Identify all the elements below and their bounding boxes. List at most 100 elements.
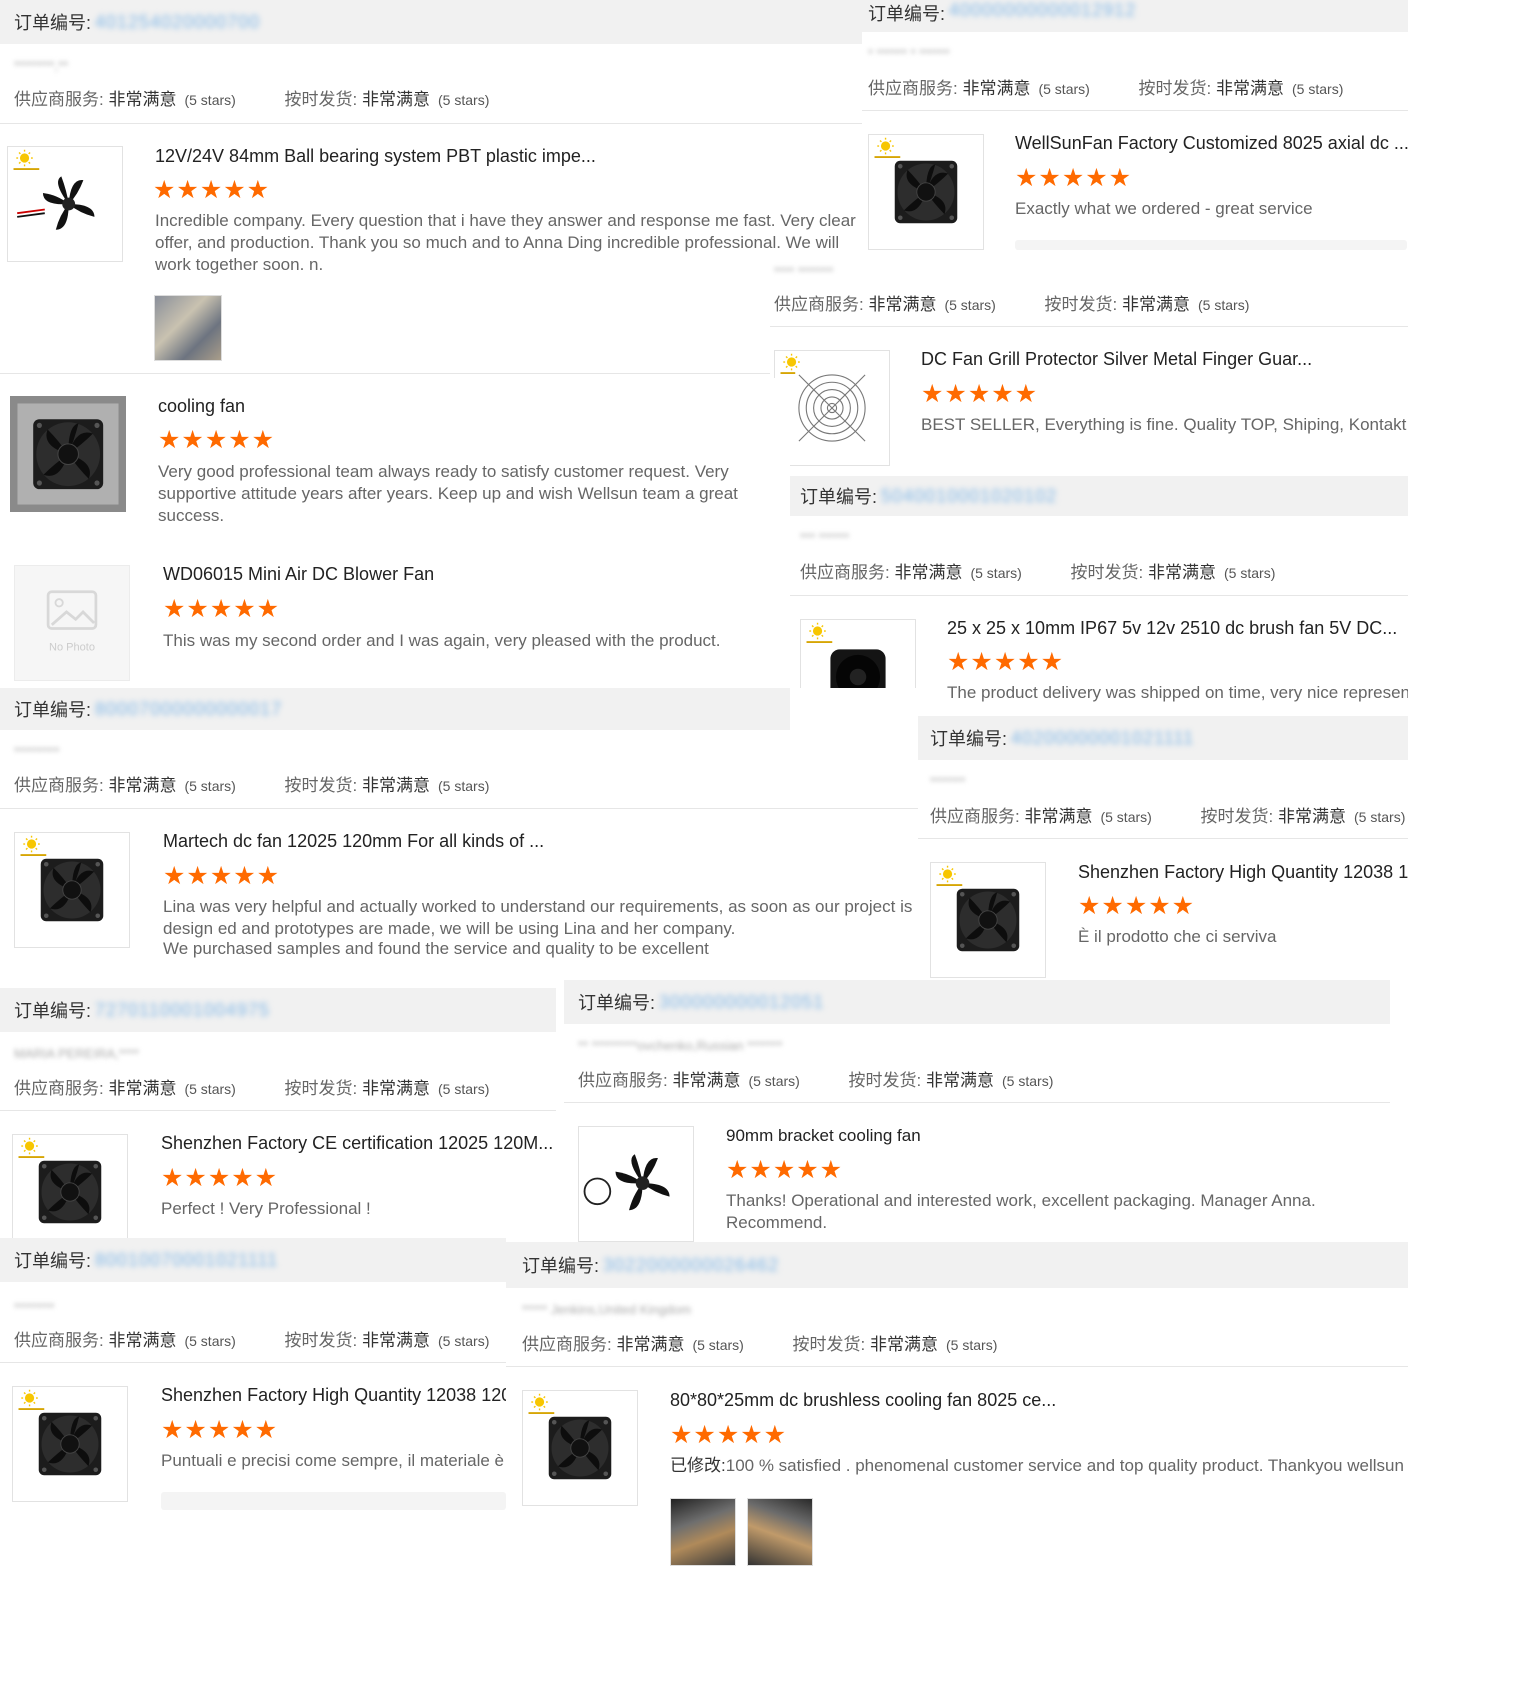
product-thumbnail[interactable] (12, 1386, 128, 1502)
review-comment: Very good professional team always ready… (158, 462, 738, 525)
order-header: 订单编号: 80007000000000017 (0, 688, 790, 730)
review-photo[interactable] (747, 1498, 813, 1566)
buyer-name: ******** (14, 1300, 55, 1315)
buyer-name: ********* (14, 744, 60, 759)
order-label: 订单编号: (930, 729, 1008, 749)
product-title[interactable]: WD06015 Mini Air DC Blower Fan (163, 564, 434, 585)
star-rating: ★★★★★ (163, 862, 281, 890)
star-rating: ★★★★★ (153, 176, 271, 204)
product-thumbnail[interactable] (930, 862, 1046, 978)
order-number-link[interactable]: 40200000001021111 (1011, 728, 1194, 749)
order-card: 订单编号: 401254020000700 ********,** 供应商服务:… (0, 0, 870, 380)
order-number-link[interactable]: 3022000000026462 (603, 1255, 779, 1276)
order-label: 订单编号: (800, 487, 878, 507)
star-rating: ★★★★★ (670, 1421, 788, 1449)
order-card: **** ******* 供应商服务: 非常满意 (5 stars) 按时发货: … (770, 258, 1408, 472)
product-thumbnail[interactable] (578, 1126, 694, 1242)
order-header: 订单编号: 80010070001021111 (0, 1238, 506, 1282)
product-thumbnail[interactable] (522, 1390, 638, 1506)
review-comment: Thanks! Operational and interested work,… (726, 1191, 1316, 1232)
review-photo[interactable] (670, 1498, 736, 1566)
product-title[interactable]: Shenzhen Factory CE certification 12025 … (161, 1133, 553, 1154)
divider (770, 326, 1408, 327)
product-title[interactable]: DC Fan Grill Protector Silver Metal Fing… (921, 349, 1312, 370)
order-label: 订单编号: (14, 13, 92, 33)
product-title[interactable]: 25 x 25 x 10mm IP67 5v 12v 2510 dc brush… (947, 618, 1397, 639)
order-label: 订单编号: (522, 1256, 600, 1276)
order-card: 订单编号: 80007000000000017 ********* 供应商服务:… (0, 688, 918, 986)
product-thumbnail[interactable] (14, 832, 130, 948)
order-card: cooling fan ★★★★★ Very good professional… (0, 378, 790, 538)
product-title[interactable]: 80*80*25mm dc brushless cooling fan 8025… (670, 1390, 1056, 1411)
order-number-link[interactable]: 300000000012051 (659, 992, 824, 1013)
order-header: 订单编号: 40000000000012912 (862, 0, 1408, 32)
order-label: 订单编号: (578, 993, 656, 1013)
review-comment: Perfect ! Very Professional ! (161, 1199, 371, 1218)
buyer-name: **** ******* (774, 264, 834, 279)
ratings-line: 供应商服务: 非常满意 (5 stars) 按时发货: 非常满意 (5 stars) (14, 1331, 490, 1350)
divider (0, 1362, 506, 1363)
order-card: 订单编号: 3022000000026462 ***** Jenkins,Uni… (506, 1242, 1408, 1696)
order-number-link[interactable]: 40000000000012912 (949, 0, 1136, 21)
order-number-link[interactable]: 5040010001020102 (881, 486, 1057, 507)
ratings-line: 供应商服务: 非常满意 (5 stars) 按时发货: 非常满意 (5 stars) (868, 79, 1344, 98)
order-number-link[interactable]: 7270110001004975 (95, 1000, 270, 1021)
order-label: 订单编号: (14, 1251, 92, 1271)
product-title[interactable]: WellSunFan Factory Customized 8025 axial… (1015, 133, 1408, 154)
buyer-name: *** ****** (800, 530, 850, 545)
ratings-line: 供应商服务: 非常满意 (5 stars) 按时发货: 非常满意 (5 stars) (14, 1079, 490, 1098)
no-photo-text: No Photo (49, 642, 95, 654)
star-rating: ★★★★★ (161, 1164, 279, 1192)
divider (918, 838, 1408, 839)
order-number-link[interactable]: 401254020000700 (95, 12, 260, 33)
product-thumbnail[interactable] (868, 134, 984, 250)
review-comment: 已修改:100 % satisfied . phenomenal custome… (670, 1455, 1406, 1477)
star-rating: ★★★★★ (161, 1416, 279, 1444)
buyer-name: ** *********ovchenko,Russian ******* (578, 1038, 783, 1053)
product-title[interactable]: cooling fan (158, 396, 245, 417)
order-header: 订单编号: 5040010001020102 (790, 476, 1408, 516)
star-rating: ★★★★★ (921, 380, 1039, 408)
order-label: 订单编号: (14, 700, 92, 720)
divider (790, 595, 1408, 596)
ratings-line: 供应商服务: 非常满意 (5 stars) 按时发货: 非常满意 (5 stars) (14, 90, 490, 109)
product-title[interactable]: 90mm bracket cooling fan (726, 1126, 921, 1146)
star-rating: ★★★★★ (1078, 892, 1196, 920)
review-comment-text: 100 % satisfied . phenomenal customer se… (725, 1456, 1404, 1475)
buyer-name: ******* (930, 774, 966, 789)
product-title[interactable]: Martech dc fan 12025 120mm For all kinds… (163, 831, 544, 852)
order-number-link[interactable]: 80010070001021111 (95, 1250, 278, 1271)
divider (564, 1102, 1390, 1103)
review-comment-line2: We purchased samples and found the servi… (163, 939, 709, 958)
order-header: 订单编号: 401254020000700 (0, 0, 870, 44)
product-title[interactable]: Shenzhen Factory High Quantity 12038 120 (161, 1385, 506, 1406)
product-thumbnail[interactable] (10, 396, 126, 512)
product-thumbnail[interactable]: No Photo (14, 565, 130, 681)
ratings-line: 供应商服务: 非常满意 (5 stars) 按时发货: 非常满意 (5 stars) (578, 1071, 1054, 1090)
order-card: 订单编号: 300000000012051 ** *********ovchen… (564, 980, 1390, 1242)
review-comment: Puntuali e precisi come sempre, il mater… (161, 1451, 506, 1470)
star-rating: ★★★★★ (726, 1156, 844, 1184)
divider (506, 1366, 1408, 1367)
product-title[interactable]: 12V/24V 84mm Ball bearing system PBT pla… (155, 146, 596, 167)
order-card: 订单编号: 7270110001004975 MARIA PEREIRA,***… (0, 988, 556, 1238)
product-thumbnail[interactable] (12, 1134, 128, 1238)
review-comment: The product delivery was shipped on time… (947, 683, 1408, 702)
order-number-link[interactable]: 80007000000000017 (95, 699, 282, 720)
review-photo[interactable] (154, 295, 222, 361)
buyer-name: * ****** * ****** (868, 46, 950, 61)
buyer-name: ***** Jenkins,United Kingdom (522, 1302, 692, 1317)
order-header: 订单编号: 300000000012051 (564, 980, 1390, 1024)
placeholder-bar (1015, 240, 1407, 250)
order-label: 订单编号: (868, 4, 946, 24)
product-title[interactable]: Shenzhen Factory High Quantity 12038 1 (1078, 862, 1408, 883)
review-comment: È il prodotto che ci serviva (1078, 927, 1277, 946)
ratings-line: 供应商服务: 非常满意 (5 stars) 按时发货: 非常满意 (5 stars) (522, 1335, 998, 1354)
product-thumbnail[interactable] (774, 350, 890, 466)
review-comment: Incredible company. Every question that … (155, 211, 856, 274)
order-label: 订单编号: (14, 1001, 92, 1021)
buyer-name: ********,** (14, 58, 69, 73)
buyer-name: MARIA PEREIRA,**** (14, 1046, 139, 1061)
product-thumbnail[interactable] (7, 146, 123, 262)
star-rating: ★★★★★ (1015, 164, 1133, 192)
